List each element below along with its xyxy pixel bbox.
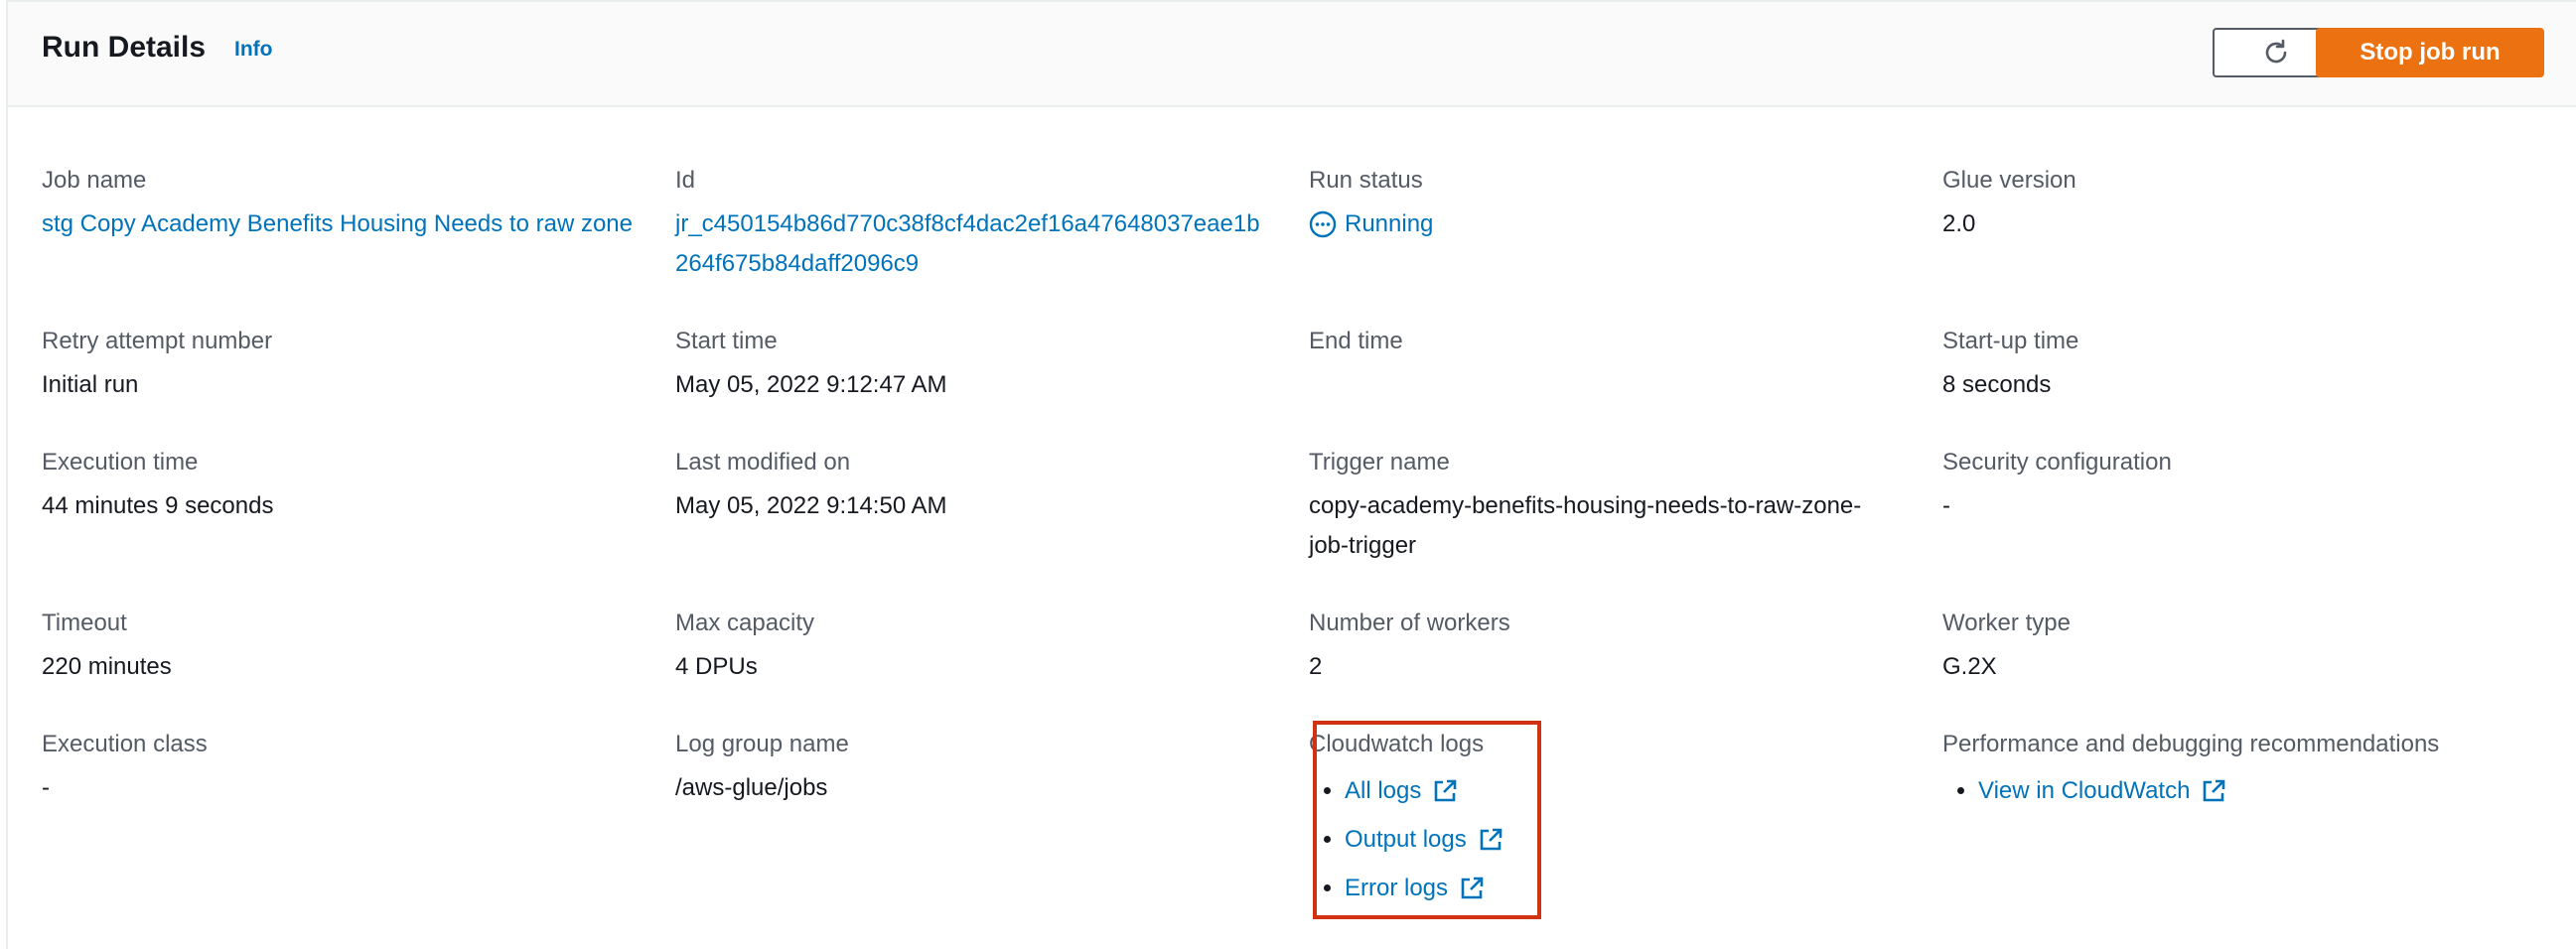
external-link-icon (2204, 779, 2225, 801)
last-modified-value: May 05, 2022 9:14:50 AM (675, 492, 947, 519)
end-time-label: End time (1309, 328, 1403, 354)
run-status-field: Run status Running (1309, 165, 1905, 244)
worker-type-value: G.2X (1942, 653, 1997, 680)
last-modified-label: Last modified on (675, 449, 851, 475)
view-in-cloudwatch-label: View in CloudWatch (1978, 777, 2191, 804)
run-details-panel: Run Details Info Stop job run Job name s… (6, 0, 2576, 949)
timeout-label: Timeout (42, 610, 127, 636)
start-time-value: May 05, 2022 9:12:47 AM (675, 371, 947, 398)
external-link-icon (1461, 877, 1484, 898)
trigger-name-value: copy-academy-benefits-housing-needs-to-r… (1309, 492, 1862, 559)
timeout-field: Timeout 220 minutes (42, 608, 638, 687)
startup-time-value: 8 seconds (1942, 371, 2052, 398)
error-logs-link[interactable]: Error logs (1345, 864, 1486, 912)
log-group-label: Log group name (675, 731, 849, 757)
panel-header: Run Details Info Stop job run (8, 2, 2576, 107)
page-title: Run Details (42, 31, 207, 64)
glue-version-field: Glue version 2.0 (1942, 165, 2538, 244)
log-group-field: Log group name /aws-glue/jobs (675, 729, 1271, 808)
all-logs-label: All logs (1345, 777, 1422, 804)
retry-attempt-field: Retry attempt number Initial run (42, 326, 638, 405)
num-workers-label: Number of workers (1309, 610, 1510, 636)
max-capacity-label: Max capacity (675, 610, 815, 636)
execution-time-field: Execution time 44 minutes 9 seconds (42, 447, 638, 526)
error-logs-label: Error logs (1345, 875, 1449, 901)
num-workers-value: 2 (1309, 653, 1323, 680)
execution-class-label: Execution class (42, 731, 208, 757)
retry-attempt-label: Retry attempt number (42, 328, 273, 354)
id-label: Id (675, 167, 696, 194)
id-field: Id jr_c450154b86d770c38f8cf4dac2ef16a476… (675, 165, 1271, 284)
execution-class-value: - (42, 774, 50, 801)
max-capacity-field: Max capacity 4 DPUs (675, 608, 1271, 687)
id-link[interactable]: jr_c450154b86d770c38f8cf4dac2ef16a476480… (675, 204, 1271, 284)
num-workers-field: Number of workers 2 (1309, 608, 1905, 687)
log-group-value: /aws-glue/jobs (675, 774, 828, 801)
cloudwatch-logs-label: Cloudwatch logs (1309, 731, 1485, 757)
in-progress-icon (1309, 210, 1337, 238)
worker-type-field: Worker type G.2X (1942, 608, 2538, 687)
security-config-field: Security configuration - (1942, 447, 2538, 526)
all-logs-link[interactable]: All logs (1345, 766, 1459, 815)
list-item: Error logs (1345, 864, 1527, 912)
timeout-value: 220 minutes (42, 653, 172, 680)
start-time-field: Start time May 05, 2022 9:12:47 AM (675, 326, 1271, 405)
start-time-label: Start time (675, 328, 778, 354)
list-item: All logs (1345, 766, 1527, 815)
output-logs-label: Output logs (1345, 826, 1467, 853)
max-capacity-value: 4 DPUs (675, 653, 758, 680)
external-link-icon (1435, 779, 1457, 801)
security-config-label: Security configuration (1942, 449, 2172, 475)
external-link-icon (1480, 828, 1503, 850)
job-name-label: Job name (42, 167, 147, 194)
refresh-icon (2265, 39, 2287, 64)
trigger-name-field: Trigger name copy-academy-benefits-housi… (1309, 447, 1865, 566)
end-time-field: End time (1309, 326, 1905, 365)
perf-recommendations-label: Performance and debugging recommendation… (1942, 731, 2440, 757)
run-status-value: Running (1309, 204, 1905, 244)
worker-type-label: Worker type (1942, 610, 2071, 636)
trigger-name-label: Trigger name (1309, 449, 1450, 475)
cloudwatch-logs-field: Cloudwatch logs All logs Output logs (1309, 729, 1527, 912)
execution-time-label: Execution time (42, 449, 199, 475)
info-link[interactable]: Info (234, 36, 272, 64)
job-name-field: Job name stg Copy Academy Benefits Housi… (42, 165, 638, 244)
glue-version-value: 2.0 (1942, 210, 1976, 237)
security-config-value: - (1942, 492, 1950, 519)
stop-job-run-button[interactable]: Stop job run (2316, 28, 2544, 77)
retry-attempt-value: Initial run (42, 371, 139, 398)
glue-version-label: Glue version (1942, 167, 2076, 194)
startup-time-field: Start-up time 8 seconds (1942, 326, 2538, 405)
perf-recommendations-field: Performance and debugging recommendation… (1942, 729, 2538, 815)
last-modified-field: Last modified on May 05, 2022 9:14:50 AM (675, 447, 1271, 526)
output-logs-link[interactable]: Output logs (1345, 815, 1504, 864)
execution-time-value: 44 minutes 9 seconds (42, 492, 274, 519)
run-status-text: Running (1345, 210, 1434, 237)
run-status-label: Run status (1309, 167, 1423, 194)
cloudwatch-logs-list: All logs Output logs (1309, 766, 1527, 912)
execution-class-field: Execution class - (42, 729, 638, 808)
perf-recommendations-list: View in CloudWatch (1942, 766, 2538, 815)
list-item: Output logs (1345, 815, 1527, 864)
view-in-cloudwatch-link[interactable]: View in CloudWatch (1978, 766, 2227, 815)
job-name-link[interactable]: stg Copy Academy Benefits Housing Needs … (42, 204, 638, 244)
list-item: View in CloudWatch (1978, 766, 2538, 815)
startup-time-label: Start-up time (1942, 328, 2079, 354)
